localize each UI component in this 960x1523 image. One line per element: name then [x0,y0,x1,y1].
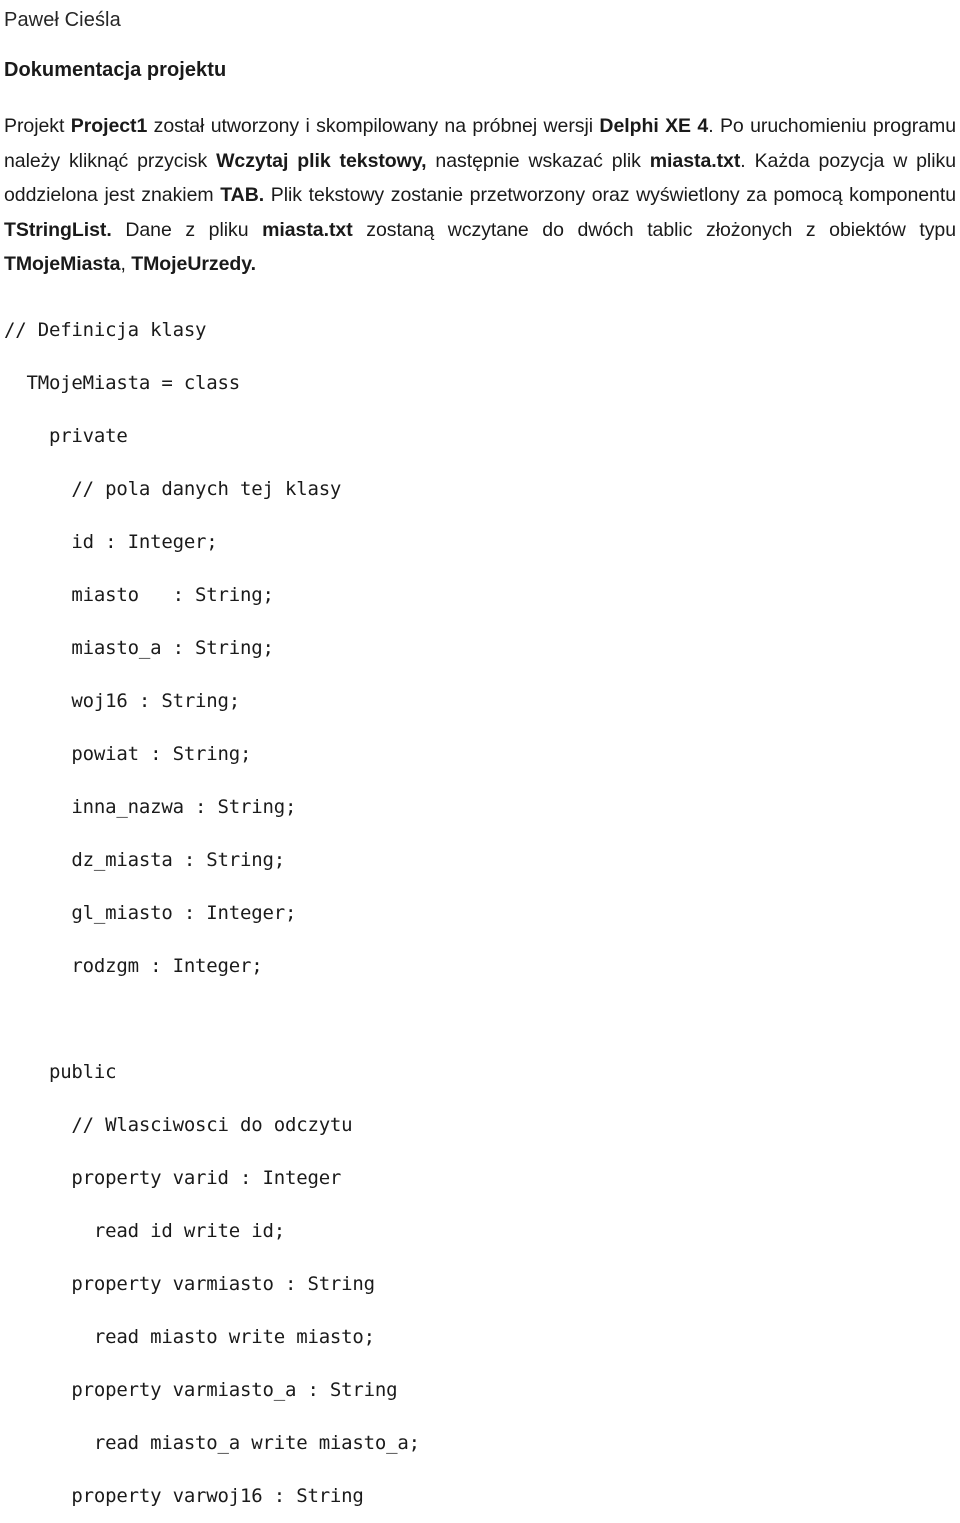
document-page: Paweł Cieśla Dokumentacja projektu Proje… [0,0,960,1507]
code-line: gl_miasto : Integer; [4,901,297,924]
intro-text: zostaną wczytane do dwóch tablic złożony… [352,218,956,241]
intro-text: Plik tekstowy zostanie przetworzony oraz… [264,184,956,206]
intro-paragraph: Projekt Project1 został utworzony i skom… [4,109,956,282]
intro-emphasis: Delphi XE 4 [599,115,709,137]
code-line: TMojeMiasta = class [4,371,241,394]
code-line: read id write id; [4,1219,285,1242]
intro-text: Dane z pliku [111,218,263,241]
code-line: // Definicja klasy [4,318,207,341]
code-line: rodzgm : Integer; [4,954,263,977]
intro-emphasis: TMojeMiasta [4,253,121,275]
intro-text: Projekt [4,115,71,137]
intro-emphasis: TAB. [220,184,265,206]
code-line: inna_nazwa : String; [4,795,297,818]
intro-text: następnie wskazać plik [426,149,650,172]
code-line: powiat : String; [4,742,252,765]
intro-emphasis: Wczytaj plik tekstowy, [216,149,427,172]
intro-text: został utworzony i skompilowany na próbn… [147,115,600,137]
intro-emphasis: miasta.txt [262,218,353,241]
code-line: miasto_a : String; [4,636,274,659]
code-line: id : Integer; [4,530,218,553]
code-line: miasto : String; [4,583,274,606]
code-line: // Wlasciwosci do odczytu [4,1113,353,1136]
code-line: property varmiasto : String [4,1272,375,1295]
author-name: Paweł Cieśla [4,9,121,31]
intro-emphasis: TMojeUrzedy. [131,253,256,275]
code-listing: // Definicja klasy TMojeMiasta = class p… [4,304,956,1523]
page-title: Dokumentacja projektu [4,59,227,81]
code-line: property varid : Integer [4,1166,342,1189]
intro-text: , [120,253,132,275]
code-line: read miasto write miasto; [4,1325,375,1348]
code-line: read miasto_a write miasto_a; [4,1431,420,1454]
code-line: property varwoj16 : String [4,1484,364,1507]
intro-emphasis: TStringList. [4,218,112,241]
code-line: property varmiasto_a : String [4,1378,398,1401]
code-line: // pola danych tej klasy [4,477,342,500]
intro-emphasis: miasta.txt [649,149,741,172]
code-line: public [4,1060,117,1083]
code-line: private [4,424,128,447]
code-line: dz_miasta : String; [4,848,285,871]
code-line: woj16 : String; [4,689,241,712]
intro-emphasis: Project1 [70,115,148,137]
